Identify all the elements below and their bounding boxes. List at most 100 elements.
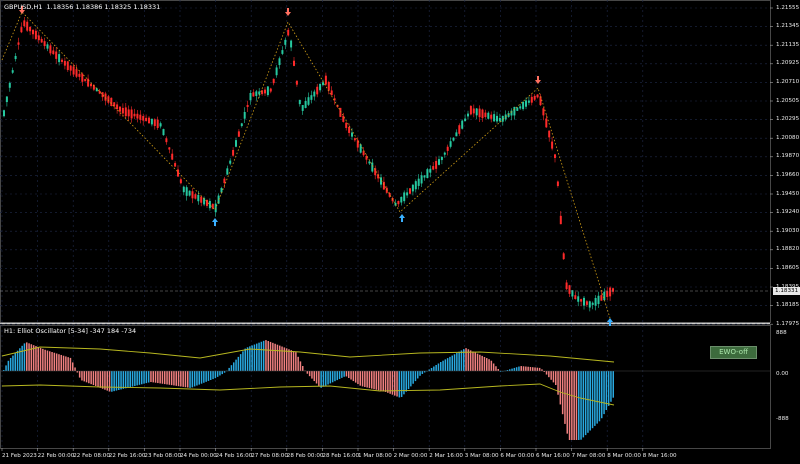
chart-canvas[interactable]: [0, 0, 800, 464]
oscillator-bar: [474, 352, 476, 371]
candle-body: [139, 114, 142, 120]
oscillator-bar: [51, 352, 53, 371]
candle-body: [293, 60, 295, 66]
oscillator-bar: [258, 342, 260, 371]
time-axis-label: 22 Feb 00:00: [37, 453, 75, 459]
candle-body: [20, 27, 23, 33]
oscillator-lower-band: [1, 383, 615, 406]
candle-body: [232, 149, 235, 156]
candle-body: [556, 181, 559, 186]
oscillator-bar: [601, 371, 603, 419]
oscillator-bar: [37, 347, 39, 371]
candle-body: [530, 96, 533, 103]
oscillator-bar: [341, 371, 343, 378]
candle-body: [548, 130, 551, 138]
oscillator-bar: [72, 362, 74, 371]
oscillator-bar: [138, 371, 141, 385]
candle-body: [536, 94, 539, 98]
candle-body: [345, 122, 348, 128]
oscillator-bar: [380, 371, 382, 391]
oscillator-bar: [529, 366, 532, 371]
oscillator-bar: [596, 371, 598, 424]
oscillator-bar: [272, 342, 274, 371]
candle-body: [533, 95, 536, 100]
candle-body: [17, 42, 20, 45]
oscillator-bar: [580, 371, 582, 440]
candle-body: [574, 295, 577, 299]
candle-body: [522, 101, 525, 110]
oscillator-bar: [161, 371, 164, 384]
oscillator-bar: [200, 371, 203, 384]
candle-body: [66, 61, 69, 71]
oscillator-bar: [219, 371, 221, 376]
oscillator-bar: [60, 354, 62, 371]
candle-body: [481, 109, 484, 119]
candle-body: [203, 198, 206, 205]
oscillator-bar: [122, 371, 125, 389]
oscillator-bar: [78, 371, 81, 378]
oscillator-bar: [412, 371, 414, 384]
candle-body: [316, 86, 319, 95]
oscillator-bar: [308, 371, 311, 377]
candle-body: [281, 50, 284, 54]
candle-body: [472, 108, 475, 114]
oscillator-bar: [325, 371, 327, 386]
oscillator-bar: [147, 371, 150, 383]
oscillator-bar: [177, 371, 180, 387]
oscillator-bar: [350, 371, 352, 380]
oscillator-bar: [377, 371, 380, 391]
candle-body: [188, 190, 191, 196]
candle-body: [249, 92, 252, 101]
candle-body: [191, 191, 194, 199]
oscillator-bar: [256, 343, 258, 371]
oscillator-bar: [490, 360, 493, 371]
price-axis-label: 1.20295: [776, 116, 800, 123]
oscillator-bar: [97, 371, 99, 387]
candle-body: [319, 83, 322, 91]
oscillator-bar: [106, 371, 108, 391]
oscillator-bar: [513, 367, 516, 371]
up-arrow-icon: [212, 218, 218, 226]
oscillator-bar: [233, 362, 235, 371]
candle-body: [426, 169, 429, 179]
oscillator-bar: [550, 371, 552, 380]
oscillator-bar: [193, 371, 196, 387]
candle-body: [597, 295, 600, 304]
candle-body: [240, 123, 243, 127]
oscillator-bar: [223, 371, 226, 373]
price-axis-label: 1.20505: [776, 97, 800, 104]
time-axis-label: 22 Feb 08:00: [73, 453, 110, 459]
oscillator-bar: [292, 351, 295, 371]
candle-body: [609, 287, 612, 297]
oscillator-bar: [384, 371, 387, 392]
candle-body: [37, 35, 40, 41]
candle-body: [351, 132, 353, 137]
oscillator-bar: [430, 367, 433, 371]
candle-body: [214, 203, 217, 213]
ewo-toggle-button[interactable]: EWO-off: [710, 346, 757, 359]
oscillator-bar: [578, 371, 580, 440]
oscillator-bar: [573, 371, 575, 440]
price-axis-label: 1.17975: [776, 320, 800, 327]
oscillator-bar: [331, 371, 334, 383]
candle-body: [252, 92, 255, 97]
oscillator-bar: [495, 366, 497, 371]
oscillator-bar: [315, 371, 318, 384]
price-axis-label: 1.21345: [776, 23, 800, 30]
oscillator-bar: [67, 357, 69, 371]
oscillator-bar: [279, 345, 281, 371]
oscillator-bar: [345, 371, 348, 377]
oscillator-bar: [446, 358, 449, 371]
candle-body: [104, 93, 107, 101]
oscillator-bar: [338, 371, 341, 379]
candle-body: [429, 168, 432, 173]
oscillator-bar: [559, 371, 562, 405]
oscillator-bar: [594, 371, 596, 426]
candle-body: [322, 82, 324, 85]
candle-body: [52, 50, 55, 55]
oscillator-bar: [375, 371, 378, 390]
candle-body: [498, 117, 501, 122]
chart-window[interactable]: GBPUSD,H1 1.18356 1.18386 1.18325 1.1833…: [0, 0, 800, 464]
down-arrow-icon: [535, 76, 541, 84]
oscillator-bar: [246, 347, 249, 371]
